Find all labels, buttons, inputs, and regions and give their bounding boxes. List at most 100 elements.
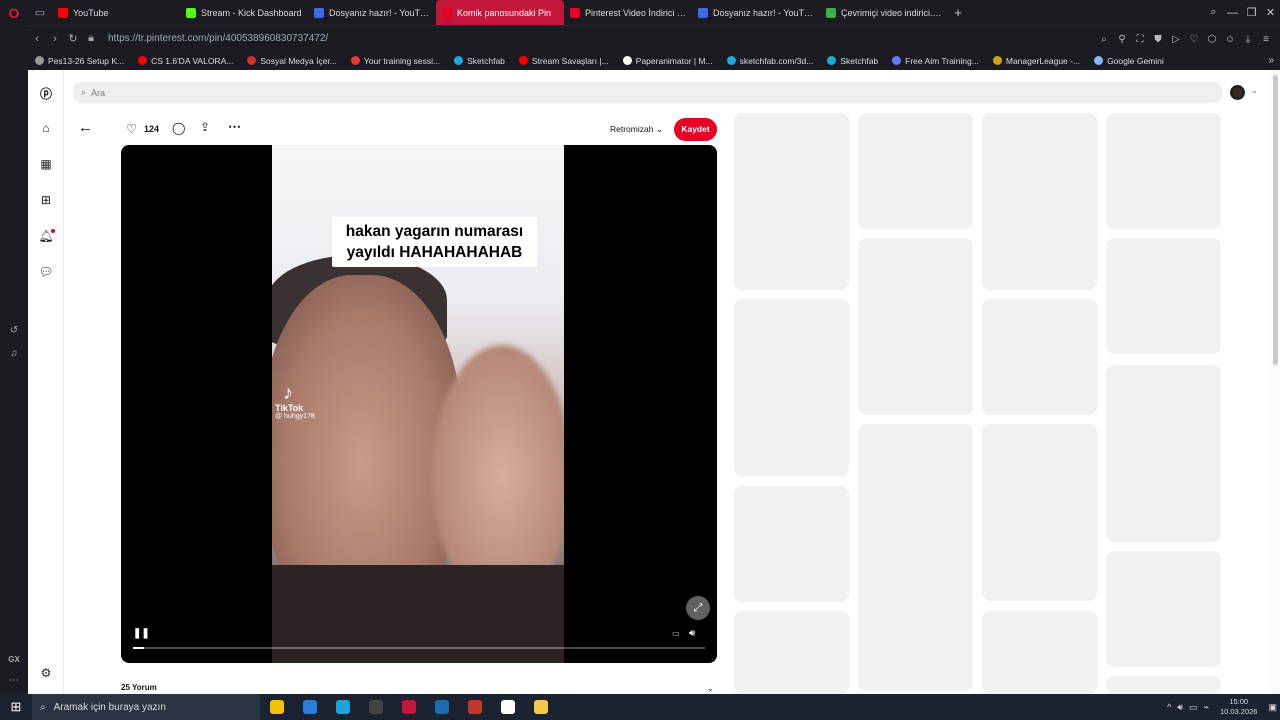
heart-like-icon[interactable]: ♡	[126, 122, 137, 136]
pin-placeholder-card[interactable]	[858, 113, 973, 229]
tray-expand-icon[interactable]: ^	[1164, 702, 1174, 712]
pause-icon[interactable]: ❚❚	[133, 628, 150, 639]
windows-start-icon[interactable]: ⊞	[0, 699, 32, 715]
bookmark-item[interactable]: Free Aim Training...	[885, 56, 986, 66]
chevron-down-icon[interactable]: ⌄	[1251, 86, 1258, 95]
pin-placeholder-card[interactable]	[982, 299, 1097, 415]
pin-placeholder-card[interactable]	[858, 238, 973, 415]
mail-app-icon[interactable]	[293, 694, 326, 720]
opera-app-icon[interactable]	[392, 694, 425, 720]
pin-placeholder-card[interactable]	[1106, 238, 1221, 354]
bookmark-item[interactable]: ManagerLeague -...	[986, 56, 1087, 66]
board-selector[interactable]: Retromizah ⌄	[610, 124, 663, 135]
bookmark-item[interactable]: CS 1.6'DA VALORA...	[131, 56, 240, 66]
minimize-icon[interactable]: —	[1223, 7, 1242, 19]
browser-tab[interactable]: Çevrimiçi video indirici. Ücr	[820, 0, 948, 25]
search-tabs-icon[interactable]: ⌕	[1204, 6, 1223, 19]
reload-icon[interactable]: ↻	[64, 32, 82, 45]
volume-icon[interactable]: 🔊︎	[689, 628, 695, 639]
player-icon[interactable]: ♫	[0, 348, 28, 359]
url-field[interactable]: https://tr.pinterest.com/pin/40053896083…	[108, 33, 328, 44]
create-icon[interactable]: ⊞	[28, 193, 64, 207]
close-icon[interactable]: ✕	[1261, 6, 1280, 19]
clock[interactable]: 15:00 10.03.2026	[1212, 697, 1266, 717]
mm-app-icon[interactable]	[359, 694, 392, 720]
taskbar-search-input[interactable]: ⌕ Aramak için buraya yazın	[32, 694, 260, 720]
notification-center-icon[interactable]: ▣	[1265, 702, 1280, 713]
pin-icon[interactable]: ⚲	[1114, 34, 1130, 45]
explorer-app-icon[interactable]	[524, 694, 557, 720]
store-app-icon[interactable]	[260, 694, 293, 720]
bookmark-item[interactable]: Sketchfab	[820, 56, 885, 66]
browser-tab[interactable]: Stream - Kick Dashboard	[180, 0, 308, 25]
heart-icon[interactable]: ♡	[1186, 34, 1202, 45]
back-arrow-icon[interactable]: ←	[78, 119, 93, 136]
video-player[interactable]: hakan yagarın numarası yayıldı HAHAHAHAH…	[121, 145, 717, 663]
bookmark-item[interactable]: Paperanimator | M...	[616, 56, 720, 66]
pin-placeholder-card[interactable]	[982, 113, 1097, 290]
bookmark-item[interactable]: Your training sessi...	[344, 56, 447, 66]
browser-tab[interactable]: Pinterest Video İndirici - H	[564, 0, 692, 25]
battery-icon[interactable]: ⌁	[1201, 702, 1212, 713]
steam-app-icon[interactable]	[425, 694, 458, 720]
pin-placeholder-card[interactable]	[982, 611, 1097, 694]
bookmarks-more-icon[interactable]: »	[1268, 55, 1274, 66]
play-icon[interactable]: ▷	[1168, 34, 1184, 45]
explore-icon[interactable]: ▦	[28, 157, 64, 171]
tab-overview-icon[interactable]: ▭	[28, 0, 52, 25]
avatar[interactable]	[1230, 85, 1245, 100]
comments-header[interactable]: 25 Yorum	[121, 683, 157, 692]
edge-app-icon[interactable]	[326, 694, 359, 720]
browser-tab[interactable]: Dosyanız hazır! - YouTube	[692, 0, 820, 25]
pin-placeholder-card[interactable]	[734, 299, 849, 476]
more-options-icon[interactable]: ⋯	[228, 119, 241, 135]
new-tab-button[interactable]: +	[948, 5, 968, 20]
pin-placeholder-card[interactable]	[1106, 113, 1221, 229]
extensions-icon[interactable]: ⬡	[1204, 34, 1220, 45]
pin-placeholder-card[interactable]	[1106, 551, 1221, 667]
bookmark-item[interactable]: sketchfab.com/3d...	[720, 56, 821, 66]
speaker-icon[interactable]: 🔊︎	[1174, 702, 1186, 713]
pin-placeholder-card[interactable]	[734, 486, 849, 602]
chess-app-icon[interactable]	[458, 694, 491, 720]
download-icon[interactable]: ⤓	[1240, 34, 1256, 45]
menu-icon[interactable]: ≡	[1258, 34, 1274, 45]
captions-icon[interactable]: ▭	[672, 629, 680, 638]
restore-icon[interactable]: ❐	[1242, 6, 1261, 19]
forward-icon[interactable]: ›	[46, 33, 64, 45]
scrollbar-thumb[interactable]	[1273, 75, 1278, 365]
settings-icon[interactable]: ⚙	[28, 666, 64, 680]
pin-placeholder-card[interactable]	[734, 113, 849, 290]
pin-placeholder-card[interactable]	[734, 611, 849, 694]
save-button[interactable]: Kaydet	[674, 118, 717, 141]
share-icon[interactable]: ⇪	[200, 120, 210, 134]
pinterest-logo-icon[interactable]: ⓟ	[28, 85, 64, 102]
zoom-icon[interactable]: ⌕	[1096, 34, 1112, 45]
history-icon[interactable]: ↺	[0, 325, 28, 336]
pin-placeholder-card[interactable]	[1106, 676, 1221, 694]
snapshot-icon[interactable]: ⛶	[1132, 34, 1148, 45]
messages-icon[interactable]: 💬︎	[28, 265, 64, 279]
comment-icon[interactable]: ◯	[172, 121, 185, 135]
bookmark-item[interactable]: Sketchfab	[447, 56, 512, 66]
shield-icon[interactable]: ⛊	[1150, 34, 1166, 45]
pin-placeholder-card[interactable]	[1106, 365, 1221, 542]
browser-tab[interactable]: Komik panosundaki Pin	[436, 0, 564, 25]
network-icon[interactable]: ▭	[1186, 702, 1201, 713]
expand-icon[interactable]: ⤢	[686, 596, 710, 620]
profile-icon[interactable]: ☺	[1222, 34, 1238, 45]
capcut-app-icon[interactable]	[491, 694, 524, 720]
bookmark-item[interactable]: Stream Savaşları |...	[512, 56, 616, 66]
sidebar-more-icon[interactable]: ⋯	[0, 675, 28, 686]
gx-icon[interactable]: GX	[0, 655, 28, 664]
search-input[interactable]: ⌕ Ara	[73, 82, 1222, 103]
notifications-icon[interactable]: 🔔︎	[28, 229, 64, 243]
bookmark-item[interactable]: Pes13-26 Setup K...	[28, 56, 131, 66]
browser-tab[interactable]: Dosyanız hazır! - YouTube	[308, 0, 436, 25]
pin-placeholder-card[interactable]	[982, 424, 1097, 601]
chevron-down-icon[interactable]: ⌄	[707, 684, 714, 693]
progress-bar[interactable]	[133, 647, 705, 649]
home-icon[interactable]: ⌂	[28, 121, 64, 135]
bookmark-item[interactable]: Google Gemini	[1087, 56, 1171, 66]
browser-tab[interactable]: YouTube	[52, 0, 180, 25]
